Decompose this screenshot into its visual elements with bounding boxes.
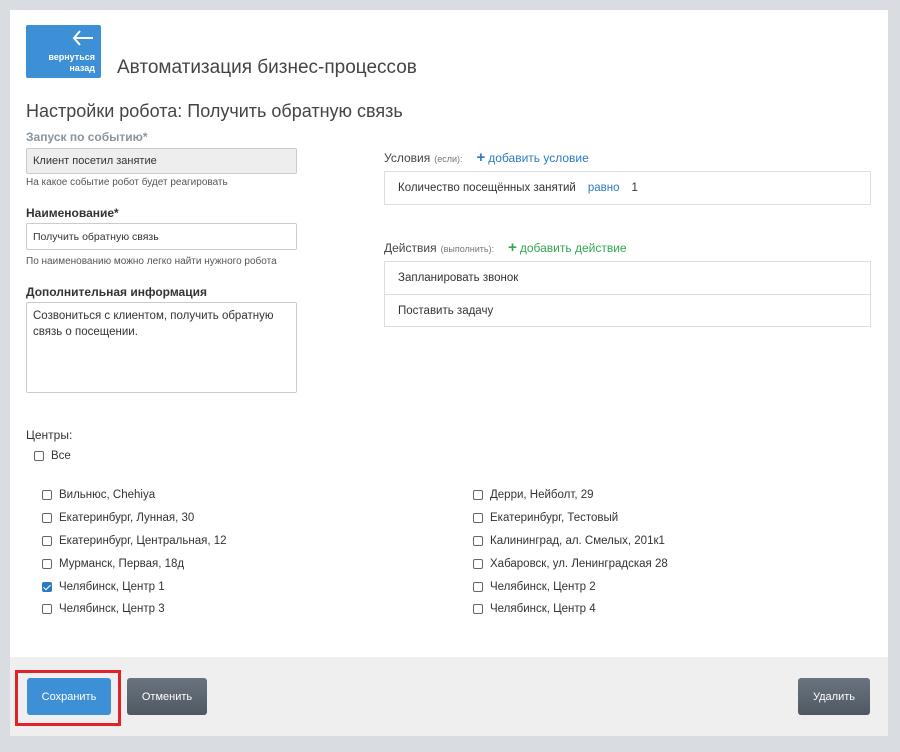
plus-icon: + bbox=[508, 239, 517, 256]
center-label: Челябинск, Центр 4 bbox=[490, 603, 596, 615]
condition-row[interactable]: Количество посещённых занятий равно 1 bbox=[385, 172, 870, 204]
center-checkbox[interactable]: Хабаровск, ул. Ленинградская 28 bbox=[473, 558, 668, 570]
centers-label: Центры: bbox=[26, 428, 73, 442]
center-label: Вильнюс, Chehiya bbox=[59, 489, 156, 501]
checkbox[interactable] bbox=[42, 536, 52, 546]
center-all-label: Все bbox=[51, 450, 71, 462]
actions-subtitle: (выполнить): bbox=[440, 244, 495, 254]
center-label: Дерри, Нейболт, 29 bbox=[490, 489, 594, 501]
checkbox[interactable] bbox=[473, 559, 483, 569]
trigger-field[interactable]: Клиент посетил занятие bbox=[26, 148, 297, 174]
actions-title: Действия bbox=[384, 241, 437, 255]
back-button-label: вернуться назад bbox=[48, 52, 95, 74]
center-label: Екатеринбург, Тестовый bbox=[490, 512, 619, 524]
name-label: Наименование* bbox=[26, 206, 119, 220]
name-hint: По наименованию можно легко найти нужног… bbox=[26, 256, 277, 267]
condition-field: Количество посещённых занятий bbox=[398, 182, 576, 194]
add-action-link[interactable]: + добавить действие bbox=[508, 239, 627, 256]
actions-box: Запланировать звонок Поставить задачу bbox=[384, 261, 871, 327]
info-textarea[interactable]: Созвониться с клиентом, получить обратну… bbox=[26, 302, 297, 393]
page-title: Автоматизация бизнес-процессов bbox=[117, 57, 417, 78]
center-label: Хабаровск, ул. Ленинградская 28 bbox=[490, 558, 668, 570]
name-field[interactable]: Получить обратную связь bbox=[26, 223, 297, 250]
robot-settings-card: вернуться назад Автоматизация бизнес-про… bbox=[10, 10, 888, 736]
action-row[interactable]: Запланировать звонок bbox=[385, 262, 870, 294]
center-checkbox[interactable]: Челябинск, Центр 4 bbox=[473, 603, 596, 615]
add-condition-link[interactable]: + добавить условие bbox=[477, 149, 589, 166]
center-label: Челябинск, Центр 3 bbox=[59, 603, 165, 615]
center-checkbox[interactable]: Челябинск, Центр 3 bbox=[42, 603, 165, 615]
checkbox[interactable] bbox=[473, 582, 483, 592]
back-label-line2: назад bbox=[69, 63, 95, 73]
arrow-left-icon bbox=[72, 30, 93, 46]
checkbox[interactable] bbox=[42, 559, 52, 569]
center-checkbox[interactable]: Вильнюс, Chehiya bbox=[42, 489, 155, 501]
conditions-header: Условия (если): + добавить условие bbox=[384, 149, 589, 166]
checkbox[interactable] bbox=[473, 490, 483, 500]
checkbox[interactable] bbox=[473, 513, 483, 523]
delete-button[interactable]: Удалить bbox=[798, 678, 870, 715]
center-checkbox[interactable]: Челябинск, Центр 1 bbox=[42, 581, 165, 593]
center-checkbox[interactable]: Екатеринбург, Центральная, 12 bbox=[42, 535, 227, 547]
conditions-box: Количество посещённых занятий равно 1 bbox=[384, 171, 871, 205]
center-checkbox[interactable]: Екатеринбург, Тестовый bbox=[473, 512, 618, 524]
center-label: Челябинск, Центр 2 bbox=[490, 581, 596, 593]
back-label-line1: вернуться bbox=[48, 52, 95, 62]
checkbox[interactable] bbox=[34, 451, 44, 461]
center-checkbox[interactable]: Дерри, Нейболт, 29 bbox=[473, 489, 594, 501]
condition-operator[interactable]: равно bbox=[588, 182, 620, 194]
center-label: Екатеринбург, Центральная, 12 bbox=[59, 535, 227, 547]
center-label: Мурманск, Первая, 18д bbox=[59, 558, 185, 570]
checkbox[interactable] bbox=[42, 490, 52, 500]
footer-bar: Сохранить Отменить Удалить bbox=[10, 657, 888, 736]
save-button-highlight bbox=[15, 670, 121, 726]
trigger-label: Запуск по событию* bbox=[26, 130, 148, 144]
center-label: Екатеринбург, Лунная, 30 bbox=[59, 512, 195, 524]
back-button[interactable]: вернуться назад bbox=[26, 25, 101, 78]
section-title: Настройки робота: Получить обратную связ… bbox=[26, 101, 403, 121]
checkbox-checked[interactable] bbox=[42, 582, 52, 592]
condition-value: 1 bbox=[631, 182, 638, 194]
trigger-hint: На какое событие робот будет реагировать bbox=[26, 177, 228, 188]
center-all-checkbox[interactable]: Все bbox=[34, 450, 71, 462]
conditions-title: Условия bbox=[384, 151, 431, 165]
checkbox[interactable] bbox=[473, 536, 483, 546]
center-checkbox[interactable]: Мурманск, Первая, 18д bbox=[42, 558, 184, 570]
add-condition-label: добавить условие bbox=[488, 151, 589, 165]
add-action-label: добавить действие bbox=[519, 241, 627, 255]
center-checkbox[interactable]: Екатеринбург, Лунная, 30 bbox=[42, 512, 194, 524]
actions-header: Действия (выполнить): + добавить действие bbox=[384, 239, 627, 256]
plus-icon: + bbox=[476, 149, 486, 166]
info-label: Дополнительная информация bbox=[26, 285, 207, 299]
center-checkbox[interactable]: Калининград, ал. Смелых, 201к1 bbox=[473, 535, 665, 547]
center-label: Челябинск, Центр 1 bbox=[59, 581, 165, 593]
center-label: Калининград, ал. Смелых, 201к1 bbox=[490, 535, 665, 547]
conditions-subtitle: (если): bbox=[434, 154, 463, 164]
action-row[interactable]: Поставить задачу bbox=[385, 294, 870, 326]
checkbox[interactable] bbox=[42, 513, 52, 523]
checkbox[interactable] bbox=[42, 604, 52, 614]
center-checkbox[interactable]: Челябинск, Центр 2 bbox=[473, 581, 596, 593]
checkbox[interactable] bbox=[473, 604, 483, 614]
cancel-button[interactable]: Отменить bbox=[127, 678, 207, 715]
